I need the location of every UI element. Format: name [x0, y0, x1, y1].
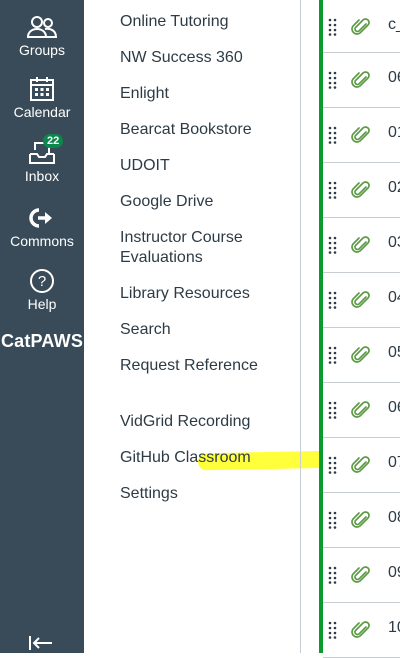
module-item-title[interactable]: 08 [388, 509, 400, 527]
module-item-row[interactable]: c_ [323, 0, 400, 53]
brand-logo[interactable]: CatPAWS [0, 331, 84, 352]
calendar-icon [0, 76, 84, 102]
attachment-icon [351, 125, 371, 150]
svg-text:?: ? [38, 273, 46, 290]
drag-handle-icon[interactable] [328, 236, 338, 259]
attachment-icon [351, 510, 371, 535]
module-item-row[interactable]: 10 [323, 603, 400, 658]
attachment-icon [351, 17, 371, 42]
attachment-icon [351, 400, 371, 425]
module-item-row[interactable]: 02 [323, 163, 400, 218]
nav-groups[interactable]: Groups [0, 14, 84, 58]
nav-commons[interactable]: Commons [0, 205, 84, 249]
module-item-title[interactable]: 04 [388, 289, 400, 307]
module-item-row[interactable]: 07 [323, 438, 400, 493]
course-nav-item-online-tutoring[interactable]: Online Tutoring [120, 12, 290, 32]
drag-handle-icon[interactable] [328, 346, 338, 369]
attachment-icon [351, 565, 371, 590]
attachment-icon [351, 455, 371, 480]
module-item-row[interactable]: 03 [323, 218, 400, 273]
nav-label: Commons [10, 233, 74, 249]
divider [300, 0, 301, 653]
inbox-badge: 22 [43, 134, 64, 148]
module-item-title[interactable]: 02 [388, 179, 400, 197]
help-icon: ? [0, 268, 84, 294]
nav-label: Help [27, 296, 57, 312]
module-item-title[interactable]: c_ [388, 16, 400, 34]
drag-handle-icon[interactable] [328, 18, 338, 41]
drag-handle-icon[interactable] [328, 126, 338, 149]
course-nav-item-google-drive[interactable]: Google Drive [120, 192, 290, 212]
module-item-row[interactable]: 08 [323, 493, 400, 548]
course-nav-item-nw-success-360[interactable]: NW Success 360 [120, 48, 290, 68]
module-item-title[interactable]: 10 [388, 619, 400, 637]
module-item-title[interactable]: 03 [388, 234, 400, 252]
module-item-row[interactable]: 01 [323, 108, 400, 163]
nav-inbox[interactable]: 22 Inbox [0, 134, 84, 184]
nav-label: Calendar [13, 104, 71, 120]
module-item-row[interactable]: 09 [323, 548, 400, 603]
course-nav-item-bearcat-bookstore[interactable]: Bearcat Bookstore [120, 120, 290, 140]
module-item-row[interactable]: 04 [323, 273, 400, 328]
drag-handle-icon[interactable] [328, 181, 338, 204]
nav-label: Groups [19, 42, 65, 58]
drag-handle-icon[interactable] [328, 401, 338, 424]
module-item-title[interactable]: 07 [388, 454, 400, 472]
collapse-nav-icon[interactable] [28, 636, 54, 655]
module-item-title[interactable]: 01 [388, 124, 400, 142]
attachment-icon [351, 290, 371, 315]
module-item-title[interactable]: 06 [388, 399, 400, 417]
course-nav: Online Tutoring NW Success 360 Enlight B… [84, 0, 341, 653]
course-nav-item-request-reference[interactable]: Request Reference [120, 356, 290, 376]
course-nav-item-search[interactable]: Search [120, 320, 290, 340]
course-nav-item-library-resources[interactable]: Library Resources [120, 284, 290, 304]
course-nav-item-instructor-course-evaluations[interactable]: Instructor Course Evaluations [120, 228, 290, 268]
module-item-title[interactable]: 09 [388, 564, 400, 582]
attachment-icon [351, 345, 371, 370]
attachment-icon [351, 235, 371, 260]
drag-handle-icon[interactable] [328, 511, 338, 534]
drag-handle-icon[interactable] [328, 291, 338, 314]
module-item-title[interactable]: 06 [388, 69, 400, 87]
nav-help[interactable]: ? Help [0, 268, 84, 312]
module-item-row[interactable]: 05 [323, 328, 400, 383]
course-nav-item-settings[interactable]: Settings [120, 484, 290, 504]
course-nav-item-github-classroom[interactable]: GitHub Classroom [120, 448, 290, 468]
drag-handle-icon[interactable] [328, 456, 338, 479]
groups-icon [0, 14, 84, 40]
attachment-icon [351, 70, 371, 95]
nav-label: Inbox [24, 168, 60, 184]
inbox-icon [0, 140, 84, 166]
module-item-row[interactable]: 06 [323, 53, 400, 108]
nav-calendar[interactable]: Calendar [0, 76, 84, 120]
commons-icon [0, 205, 84, 231]
course-nav-item-udoit[interactable]: UDOIT [120, 156, 290, 176]
attachment-icon [351, 620, 371, 645]
module-item-row[interactable]: 06 [323, 383, 400, 438]
course-nav-item-vidgrid-recording[interactable]: VidGrid Recording [120, 412, 290, 432]
module-item-title[interactable]: 05 [388, 344, 400, 362]
drag-handle-icon[interactable] [328, 621, 338, 644]
course-nav-item-enlight[interactable]: Enlight [120, 84, 290, 104]
global-nav: Groups Calendar 22 Inbox Commons ? Help … [0, 0, 84, 653]
drag-handle-icon[interactable] [328, 71, 338, 94]
attachment-icon [351, 180, 371, 205]
drag-handle-icon[interactable] [328, 566, 338, 589]
